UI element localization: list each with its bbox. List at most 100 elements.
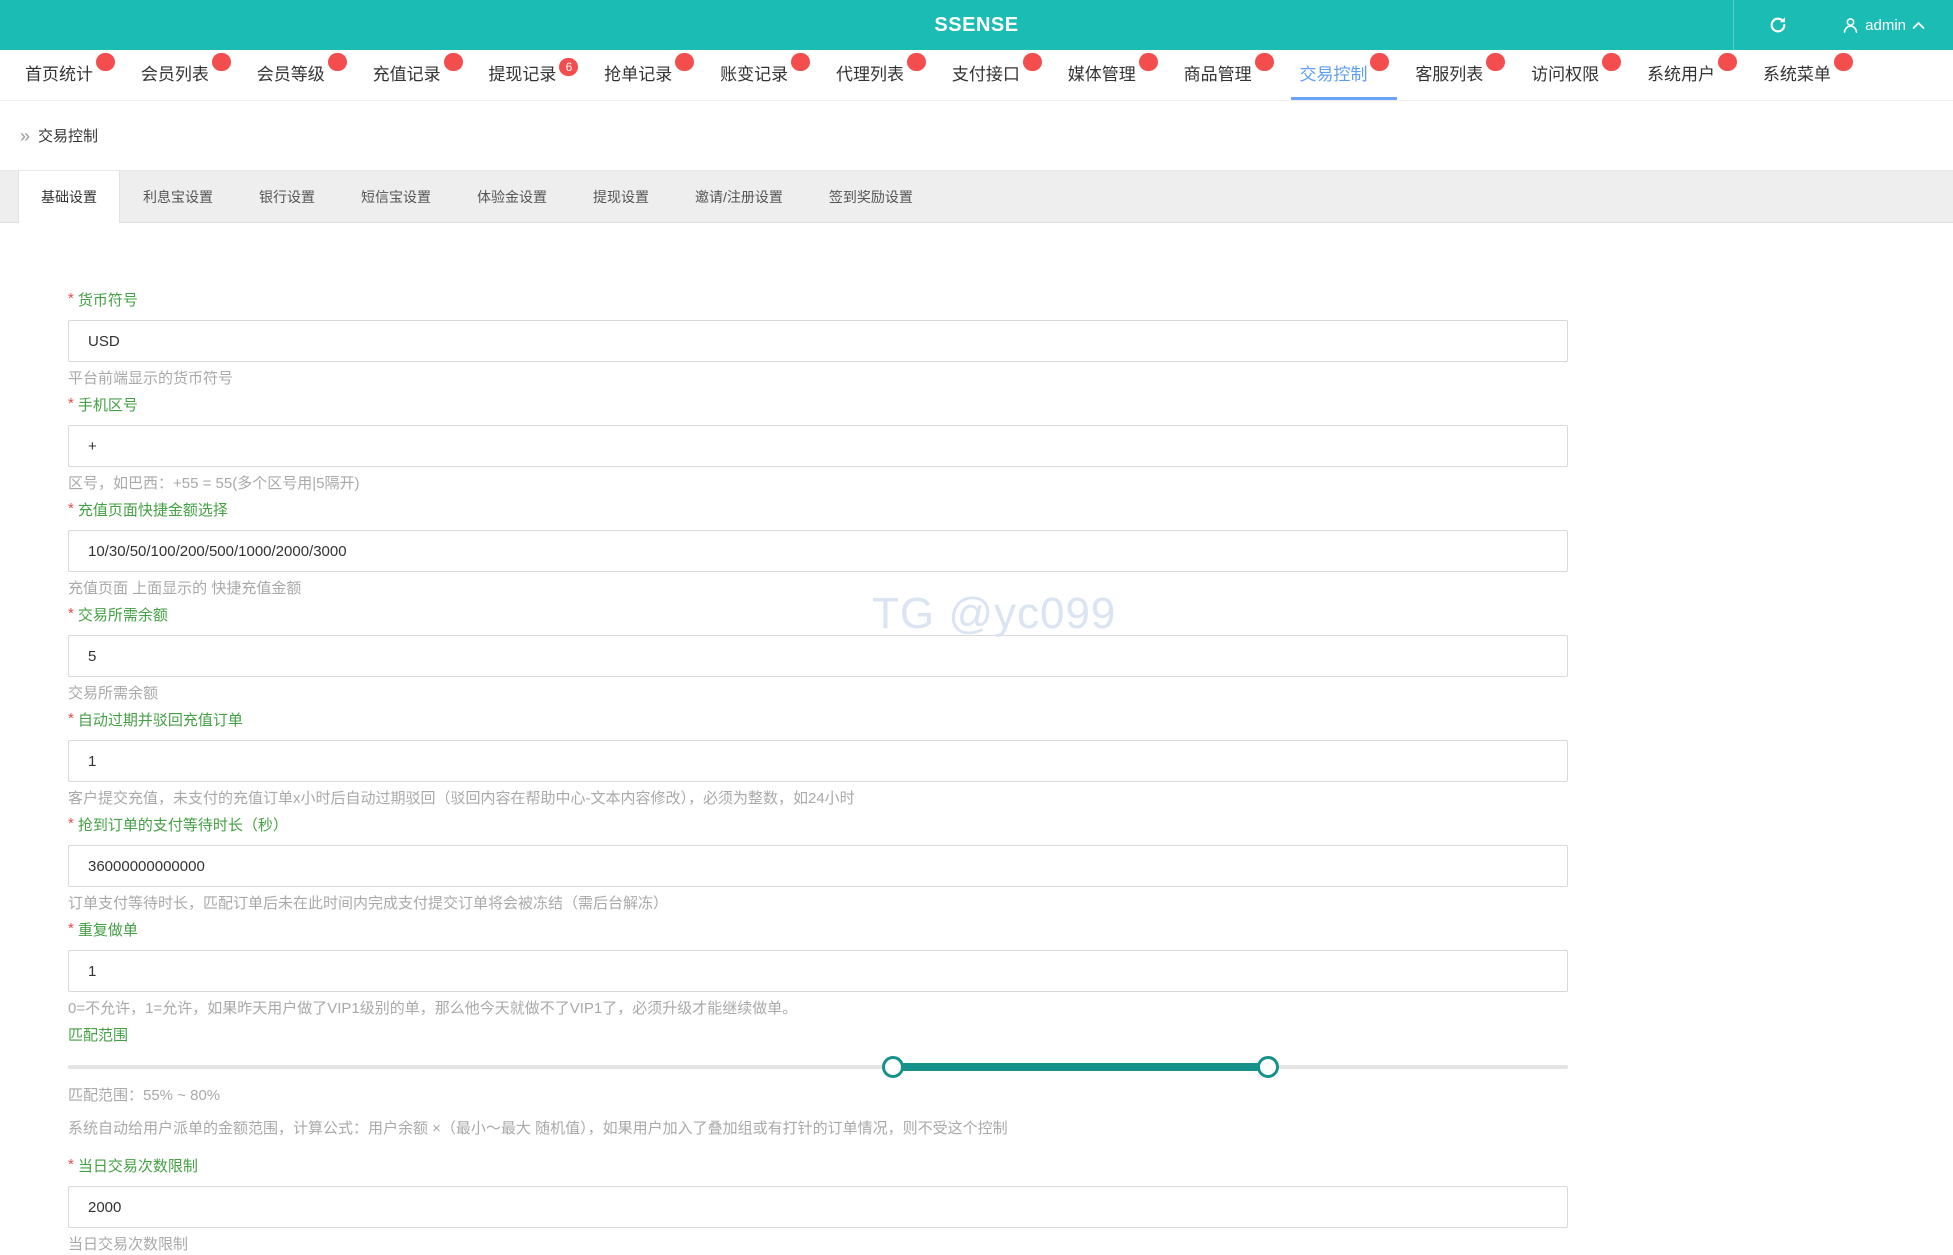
tab-label: 银行设置 bbox=[259, 189, 315, 205]
slider-fill bbox=[893, 1063, 1268, 1071]
app-root: SSENSE admin 首页统计 会员列表 会员等级 充值记录 提现记录 6 … bbox=[0, 0, 1953, 1253]
tab-5[interactable]: 提现设置 bbox=[570, 171, 672, 223]
header-actions: admin bbox=[1733, 0, 1953, 50]
notification-badge bbox=[211, 53, 231, 71]
nav-item-label: 交易控制 bbox=[1299, 65, 1368, 84]
slider-handle-min[interactable] bbox=[882, 1056, 904, 1078]
required-asterisk: * bbox=[68, 710, 74, 727]
field-hint: 订单支付等待时长，匹配订单后未在此时间内完成支付提交订单将会被冻结（需后台解冻） bbox=[68, 895, 669, 912]
nav-item-label: 支付接口 bbox=[951, 65, 1020, 84]
notification-badge: 6 bbox=[559, 58, 579, 76]
field-input-daily-trade-limit[interactable] bbox=[68, 1186, 1568, 1228]
nav-item-4[interactable]: 提现记录 6 bbox=[488, 50, 579, 100]
nav-item-15[interactable]: 系统菜单 bbox=[1763, 50, 1853, 100]
field-label: 重复做单 bbox=[77, 922, 138, 939]
field-label: 抢到订单的支付等待时长（秒） bbox=[77, 817, 288, 834]
field-label-row: * 自动过期并驳回充值订单 bbox=[68, 710, 1568, 731]
nav-item-8[interactable]: 支付接口 bbox=[952, 50, 1042, 100]
nav-item-12[interactable]: 客服列表 bbox=[1415, 50, 1506, 100]
tab-label: 短信宝设置 bbox=[361, 189, 431, 205]
username: admin bbox=[1865, 16, 1906, 34]
field-label-row: * 当日交易次数限制 bbox=[68, 1156, 1568, 1177]
field-input-phone-area-code[interactable] bbox=[68, 425, 1568, 467]
notification-badge bbox=[907, 53, 927, 71]
nav-item-11[interactable]: 交易控制 bbox=[1291, 50, 1398, 100]
tab-3[interactable]: 短信宝设置 bbox=[338, 171, 454, 223]
nav-item-label: 抢单记录 bbox=[604, 65, 673, 84]
field-input-order-payment-wait-seconds[interactable] bbox=[68, 845, 1568, 887]
nav-item-label: 客服列表 bbox=[1415, 65, 1484, 84]
field-hint: 平台前端显示的货币符号 bbox=[68, 370, 234, 387]
nav-item-10[interactable]: 商品管理 bbox=[1184, 50, 1274, 100]
field-hint: 区号，如巴西：+55 = 55(多个区号用|5隔开) bbox=[68, 475, 360, 492]
notification-badge bbox=[443, 53, 463, 71]
tab-7[interactable]: 签到奖励设置 bbox=[806, 171, 936, 223]
notification-badge bbox=[1486, 53, 1506, 71]
nav-item-1[interactable]: 会员列表 bbox=[141, 50, 231, 100]
nav-item-2[interactable]: 会员等级 bbox=[257, 50, 347, 100]
field-label-row: * 货币符号 bbox=[68, 290, 1568, 311]
notification-badge bbox=[96, 53, 115, 71]
nav-item-label: 账变记录 bbox=[720, 65, 789, 84]
field-input-auto-expire-recharge-order[interactable] bbox=[68, 740, 1568, 782]
nav-item-5[interactable]: 抢单记录 bbox=[604, 50, 695, 100]
tab-4[interactable]: 体验金设置 bbox=[454, 171, 570, 223]
refresh-icon bbox=[1768, 15, 1788, 35]
field-label: 匹配范围 bbox=[68, 1027, 129, 1044]
tab-label: 体验金设置 bbox=[477, 189, 547, 205]
field-hint: 0=不允许，1=允许，如果昨天用户做了VIP1级别的单，那么他今天就做不了VIP… bbox=[68, 1000, 798, 1017]
user-icon bbox=[1842, 17, 1859, 34]
field-label-row: * 抢到订单的支付等待时长（秒） bbox=[68, 815, 1568, 836]
form-field-order-payment-wait-seconds: *抢到订单的支付等待时长（秒） 订单支付等待时长，匹配订单后未在此时间内完成支付… bbox=[68, 815, 1568, 914]
notification-badge bbox=[791, 53, 811, 71]
nav-item-label: 会员等级 bbox=[256, 65, 325, 84]
nav-item-0[interactable]: 首页统计 bbox=[25, 50, 115, 100]
field-label-row: * 交易所需余额 bbox=[68, 605, 1568, 626]
field-input-quick-recharge-amounts[interactable] bbox=[68, 530, 1568, 572]
nav-item-14[interactable]: 系统用户 bbox=[1647, 50, 1738, 100]
field-input-repeat-order[interactable] bbox=[68, 950, 1568, 992]
nav-item-13[interactable]: 访问权限 bbox=[1531, 50, 1622, 100]
field-input-required-trade-balance[interactable] bbox=[68, 635, 1568, 677]
required-asterisk: * bbox=[68, 395, 74, 412]
nav-item-label: 代理列表 bbox=[836, 65, 905, 84]
tab-6[interactable]: 邀请/注册设置 bbox=[672, 171, 806, 223]
field-label: 货币符号 bbox=[77, 292, 138, 309]
nav-item-label: 提现记录 bbox=[488, 65, 557, 84]
required-asterisk: * bbox=[68, 815, 74, 832]
tab-label: 利息宝设置 bbox=[143, 189, 213, 205]
range-slider[interactable] bbox=[68, 1055, 1568, 1079]
user-menu[interactable]: admin bbox=[1822, 0, 1953, 50]
nav-item-label: 系统菜单 bbox=[1762, 65, 1831, 84]
tab-strip: 基础设置 利息宝设置 银行设置 短信宝设置 体验金设置 提现设置 邀请/注册设置… bbox=[0, 171, 1953, 223]
refresh-button[interactable] bbox=[1733, 0, 1822, 50]
nav-item-label: 充值记录 bbox=[372, 65, 441, 84]
form-field-auto-expire-recharge-order: *自动过期并驳回充值订单 客户提交充值，未支付的充值订单x小时后自动过期驳回（驳… bbox=[68, 710, 1568, 809]
field-hint-secondary: 系统自动给用户派单的金额范围，计算公式：用户余额 ×（最小～最大 随机值），如果… bbox=[68, 1120, 1008, 1137]
required-asterisk: * bbox=[68, 290, 74, 307]
double-chevron-icon: » bbox=[20, 125, 31, 146]
nav-item-9[interactable]: 媒体管理 bbox=[1068, 50, 1158, 100]
field-label: 交易所需余额 bbox=[77, 607, 168, 624]
notification-badge bbox=[1022, 53, 1042, 71]
slider-handle-max[interactable] bbox=[1257, 1056, 1279, 1078]
form-fields: *货币符号 平台前端显示的货币符号 *手机区号 区号，如巴西：+55 = 55(… bbox=[68, 290, 1953, 1255]
field-label: 当日交易次数限制 bbox=[77, 1158, 198, 1175]
tab-0[interactable]: 基础设置 bbox=[18, 171, 120, 223]
required-asterisk: * bbox=[68, 500, 74, 517]
tab-label: 提现设置 bbox=[593, 189, 649, 205]
nav-item-3[interactable]: 充值记录 bbox=[373, 50, 463, 100]
notification-badge bbox=[1254, 53, 1274, 71]
field-hint: 当日交易次数限制 bbox=[68, 1236, 189, 1253]
required-asterisk: * bbox=[68, 605, 74, 622]
nav-item-7[interactable]: 代理列表 bbox=[836, 50, 927, 100]
form-field-currency-symbol: *货币符号 平台前端显示的货币符号 bbox=[68, 290, 1568, 389]
form-field-match-range: 匹配范围 匹配范围：55% ~ 80% 系统自动给用户派单的金额范围，计算公式：… bbox=[68, 1026, 1568, 1139]
tab-2[interactable]: 银行设置 bbox=[236, 171, 338, 223]
nav-item-6[interactable]: 账变记录 bbox=[720, 50, 811, 100]
field-input-currency-symbol[interactable] bbox=[68, 320, 1568, 362]
notification-badge bbox=[1602, 53, 1622, 71]
nav-item-label: 访问权限 bbox=[1531, 65, 1600, 84]
notification-badge bbox=[1718, 53, 1738, 71]
tab-1[interactable]: 利息宝设置 bbox=[120, 171, 236, 223]
